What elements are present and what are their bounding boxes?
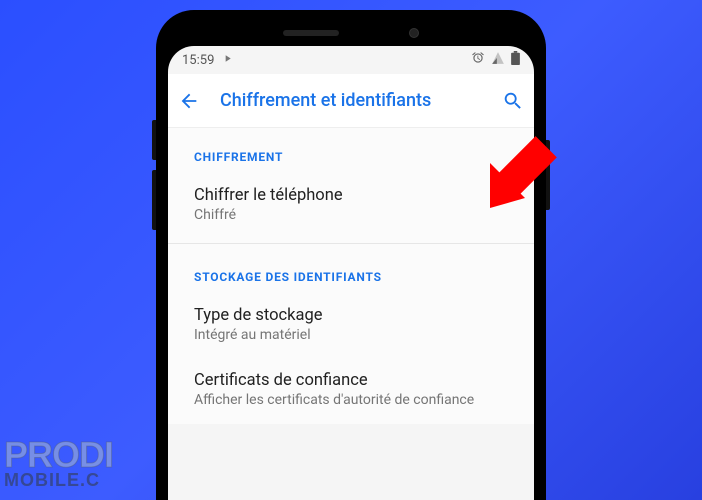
battery-icon xyxy=(511,51,520,69)
phone-frame: 15:59 Chiffrement et id xyxy=(156,10,546,500)
settings-content: CHIFFREMENT Chiffrer le téléphone Chiffr… xyxy=(168,128,534,424)
phone-screen: 15:59 Chiffrement et id xyxy=(168,46,534,500)
setting-title: Type de stockage xyxy=(194,306,514,325)
setting-subtitle: Chiffré xyxy=(194,207,514,223)
watermark-line2: MOBILE.C xyxy=(4,472,113,488)
setting-storage-type[interactable]: Type de stockage Intégré au matériel xyxy=(168,294,534,359)
play-store-icon xyxy=(222,53,233,68)
app-bar: Chiffrement et identifiants xyxy=(168,74,534,128)
setting-trusted-certs[interactable]: Certificats de confiance Afficher les ce… xyxy=(168,359,534,424)
watermark: PRODI MOBILE.C xyxy=(4,439,113,488)
setting-subtitle: Intégré au matériel xyxy=(194,327,514,343)
page-title: Chiffrement et identifiants xyxy=(220,90,482,111)
status-time: 15:59 xyxy=(182,53,214,68)
section-header-credentials: STOCKAGE DES IDENTIFIANTS xyxy=(168,248,534,294)
power-button xyxy=(546,140,550,210)
volume-down-button xyxy=(152,170,156,230)
setting-encrypt-phone[interactable]: Chiffrer le téléphone Chiffré xyxy=(168,174,534,239)
earpiece xyxy=(283,30,339,36)
back-button[interactable] xyxy=(178,90,200,112)
watermark-line1: PRODI xyxy=(4,439,113,471)
status-bar: 15:59 xyxy=(168,46,534,74)
signal-icon xyxy=(491,51,505,69)
setting-subtitle: Afficher les certificats d'autorité de c… xyxy=(194,392,514,408)
alarm-icon xyxy=(471,51,485,69)
section-header-encryption: CHIFFREMENT xyxy=(168,128,534,174)
divider xyxy=(168,243,534,244)
front-camera xyxy=(409,28,419,38)
search-button[interactable] xyxy=(502,90,524,112)
setting-title: Certificats de confiance xyxy=(194,371,514,390)
volume-up-button xyxy=(152,120,156,160)
phone-notch xyxy=(168,20,534,46)
setting-title: Chiffrer le téléphone xyxy=(194,186,514,205)
